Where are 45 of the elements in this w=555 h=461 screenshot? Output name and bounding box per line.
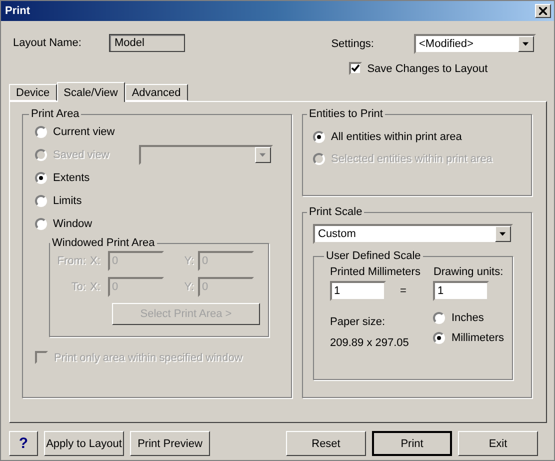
layout-name-label: Layout Name:	[13, 37, 82, 49]
dialog-button[interactable]: Print Preview	[130, 431, 210, 456]
option-label: Inches	[451, 312, 484, 324]
paper-size-label: Paper size:	[330, 316, 386, 328]
drawing-units-field[interactable]: 1	[433, 281, 490, 301]
window-title: Print	[5, 5, 30, 17]
scale-dropdown[interactable]: Custom	[313, 224, 513, 244]
option-label: Extents	[53, 172, 90, 184]
option-label: Limits	[53, 194, 82, 206]
radio-button[interactable]	[35, 218, 47, 230]
settings-label: Settings:	[331, 38, 374, 50]
group-title: Print Scale	[308, 206, 364, 218]
printed-label: Printed Millimeters	[330, 266, 420, 278]
dialog-button[interactable]: Apply to Layout	[44, 431, 124, 456]
paper-size-value: 209.89 x 297.05	[330, 337, 410, 349]
radio-button[interactable]	[433, 332, 446, 344]
close-button[interactable]	[535, 4, 551, 18]
group-title: Entities to Print	[308, 108, 384, 120]
dialog-button[interactable]: Exit	[458, 431, 538, 456]
option-label: Current view	[53, 126, 115, 138]
equals-sign: =	[400, 285, 406, 297]
close-icon	[539, 7, 547, 15]
option-label: All entities within print area	[331, 131, 462, 143]
radio-button[interactable]	[35, 126, 47, 138]
tab[interactable]: Advanced	[124, 84, 188, 101]
radio-button[interactable]	[35, 172, 47, 184]
dialog-button[interactable]: Reset	[286, 431, 366, 456]
tab[interactable]: Device	[9, 84, 57, 101]
dialog-button[interactable]: Print	[372, 431, 452, 456]
group-title: Windowed Print Area	[51, 237, 156, 249]
radio-button[interactable]	[313, 131, 325, 143]
radio-button[interactable]	[35, 194, 47, 206]
checkbox-label: Save Changes to Layout	[367, 62, 488, 74]
group-title: Print Area	[30, 108, 80, 120]
layout-name-field: Model	[109, 34, 186, 52]
checkbox[interactable]	[349, 62, 362, 75]
printed-field[interactable]: 1	[330, 281, 386, 301]
radio-button[interactable]	[433, 312, 446, 324]
group-title: User Defined Scale	[325, 250, 422, 262]
settings-dropdown[interactable]: <Modified>	[414, 34, 536, 54]
option-label: Window	[53, 218, 92, 230]
help-button[interactable]: ?	[9, 431, 38, 456]
tab[interactable]: Scale/View	[56, 82, 125, 102]
option-label: Millimeters	[451, 332, 504, 344]
drawing-units-label: Drawing units:	[433, 266, 504, 278]
